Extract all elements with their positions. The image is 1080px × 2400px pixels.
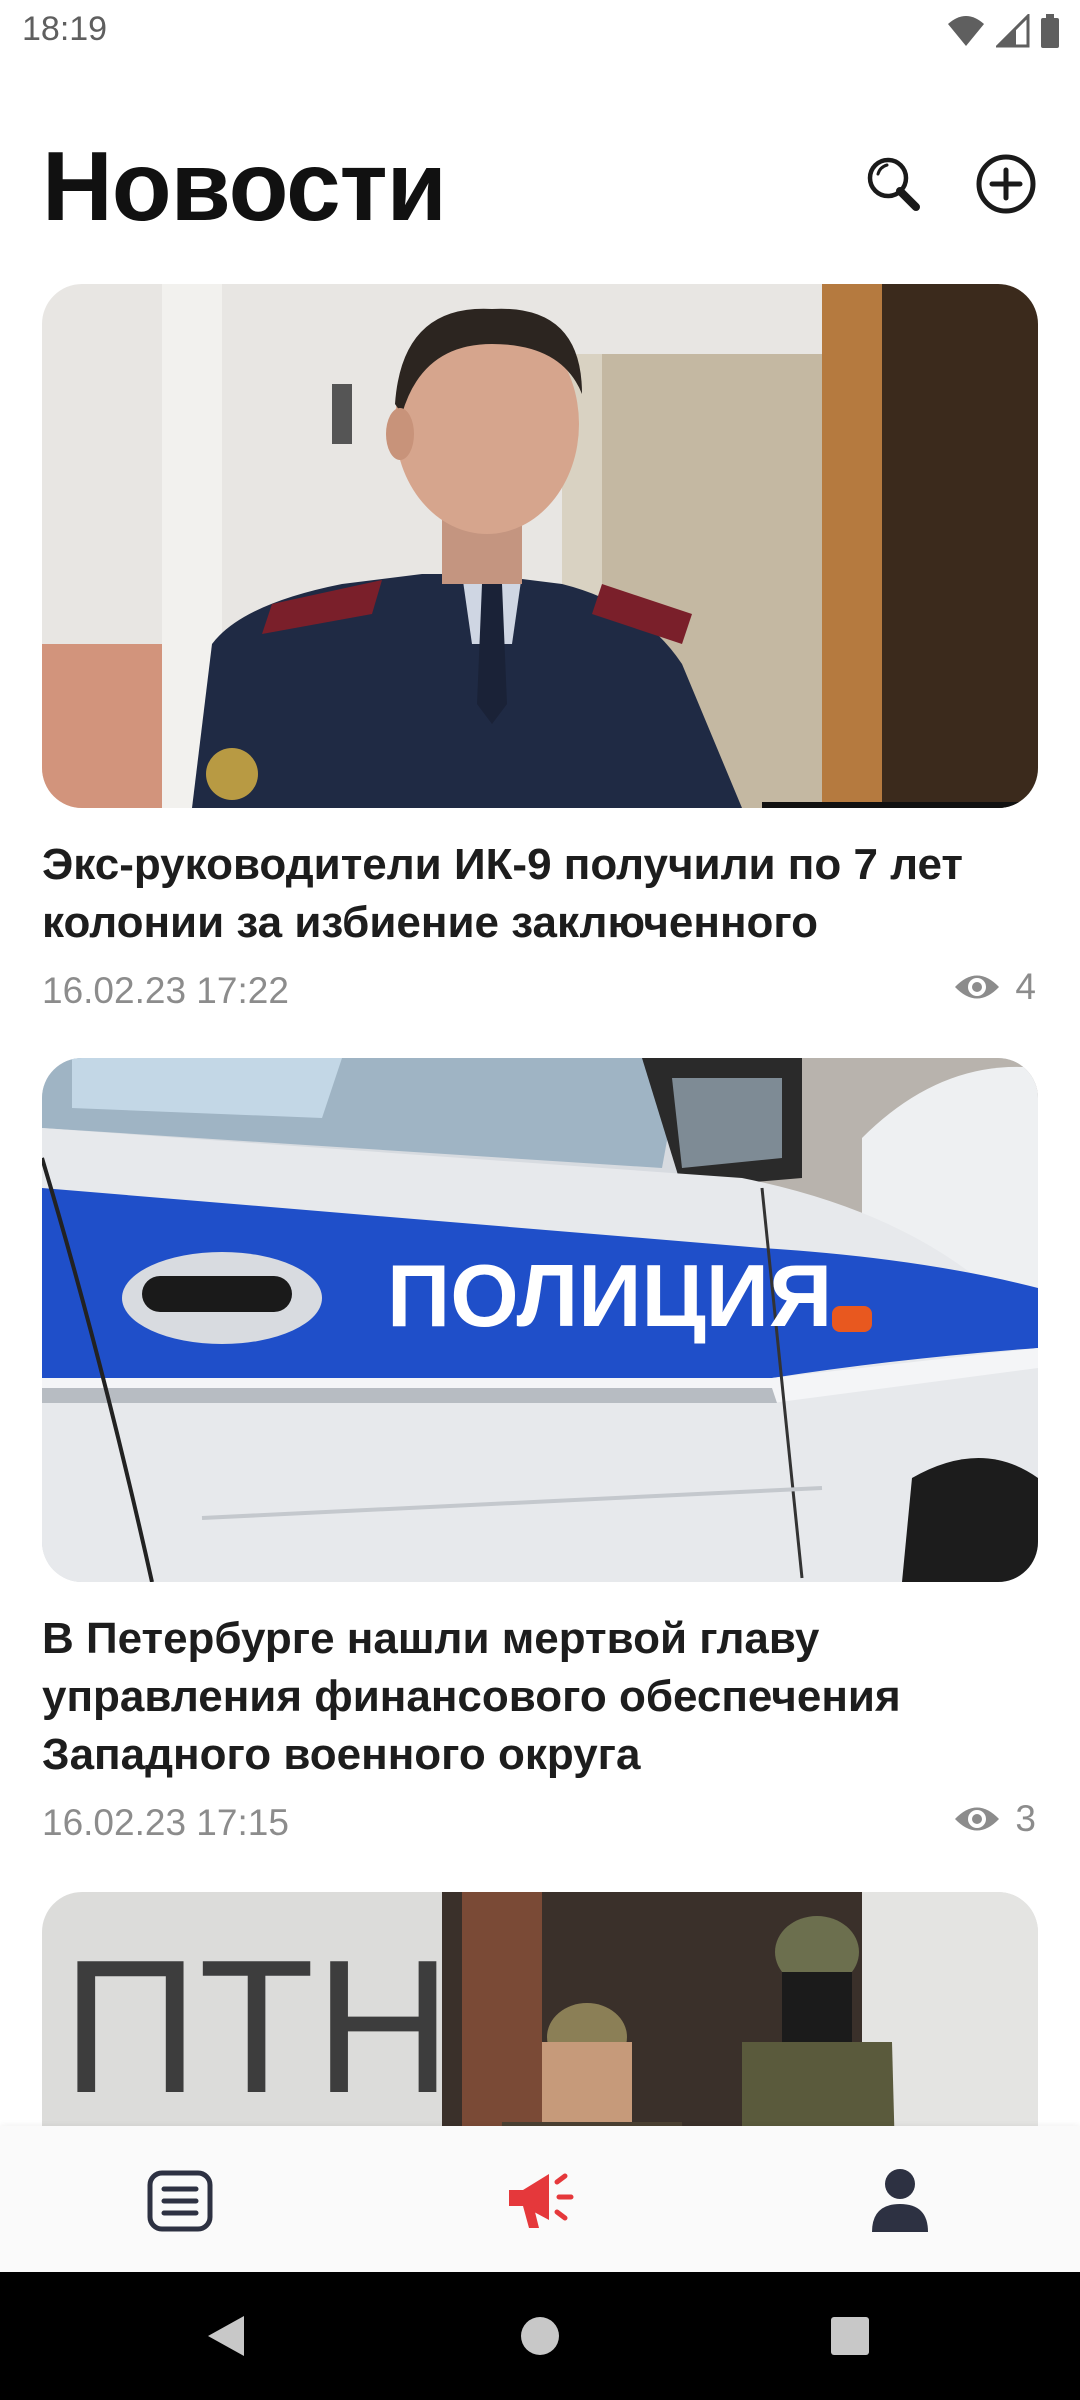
nav-announcements[interactable]: [495, 2156, 585, 2246]
page-title: Новости: [42, 131, 447, 241]
signal-icon: [996, 14, 1030, 48]
recents-square-icon: [831, 2317, 869, 2355]
news-title[interactable]: Экс-руководители ИК-9 получили по 7 лет …: [42, 836, 1038, 952]
eye-icon: [955, 1807, 1000, 1831]
news-image[interactable]: ПОЛИЦИЯ: [42, 1058, 1038, 1582]
news-meta: 16.02.23 17:22 4: [42, 962, 1038, 1022]
news-card[interactable]: Экс-руководители ИК-9 получили по 7 лет …: [42, 284, 1038, 1022]
back-triangle-icon: [208, 2316, 244, 2356]
add-button[interactable]: [970, 148, 1042, 220]
header: Новости: [0, 120, 1080, 250]
news-date: 16.02.23 17:15: [42, 1802, 289, 1843]
status-icons: [946, 14, 1060, 48]
system-navigation-bar: [0, 2272, 1080, 2400]
nav-news[interactable]: [135, 2156, 225, 2246]
police-car-photo: ПОЛИЦИЯ: [42, 1058, 1038, 1582]
wifi-icon: [948, 16, 984, 46]
car-livery-text: ПОЛИЦИЯ: [387, 1246, 832, 1345]
back-button[interactable]: [194, 2304, 258, 2368]
news-card[interactable]: ПТН: [42, 1892, 1038, 2126]
news-views: 4: [953, 966, 1036, 1008]
search-icon: [867, 157, 920, 211]
news-meta: 16.02.23 17:15 3: [42, 1794, 1038, 1854]
recents-button[interactable]: [818, 2304, 882, 2368]
soldiers-photo: ПТН: [42, 1892, 1038, 2126]
home-button[interactable]: [508, 2304, 572, 2368]
eye-icon: [955, 975, 1000, 999]
list-icon: [147, 2170, 213, 2232]
status-time: 18:19: [22, 10, 108, 48]
news-title[interactable]: В Петербурге нашли мертвой главу управле…: [42, 1610, 1038, 1784]
news-image[interactable]: ПТН: [42, 1892, 1038, 2126]
officer-photo: [42, 284, 1038, 808]
status-bar: 18:19: [0, 0, 1080, 64]
bottom-navigation: [0, 2126, 1080, 2272]
news-card[interactable]: ПОЛИЦИЯ В Петербурге нашли мертвой главу…: [42, 1058, 1038, 1854]
battery-icon: [1041, 14, 1059, 48]
home-circle-icon: [521, 2317, 559, 2355]
news-feed[interactable]: Экс-руководители ИК-9 получили по 7 лет …: [0, 284, 1080, 2126]
plus-circle-icon: [976, 154, 1036, 214]
views-count: 4: [1015, 966, 1036, 1007]
graffiti-text: ПТН: [62, 1921, 452, 2126]
news-image[interactable]: [42, 284, 1038, 808]
person-icon: [872, 2169, 928, 2232]
nav-profile[interactable]: [855, 2156, 945, 2246]
news-date: 16.02.23 17:22: [42, 970, 289, 1011]
views-count: 3: [1015, 1798, 1036, 1839]
search-button[interactable]: [858, 148, 930, 220]
news-views: 3: [953, 1798, 1036, 1840]
megaphone-icon: [509, 2173, 574, 2228]
